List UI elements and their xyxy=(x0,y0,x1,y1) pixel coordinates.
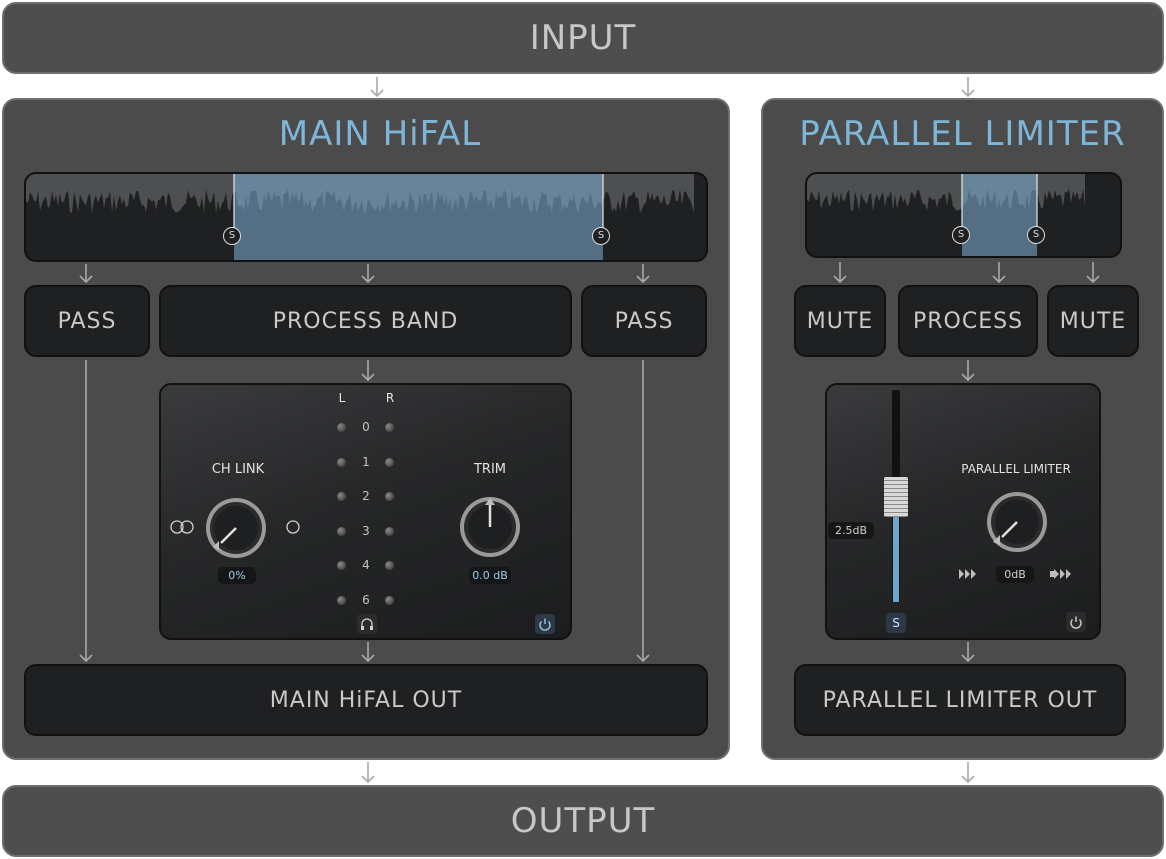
main-pass-left-label: PASS xyxy=(57,308,117,334)
parallel-power-icon[interactable] xyxy=(1066,612,1086,632)
meter-led-left xyxy=(337,526,346,536)
meter-led-right xyxy=(385,492,394,501)
parallel-mute-right[interactable]: MUTE xyxy=(1047,285,1139,357)
ch-link-readout[interactable]: 0% xyxy=(218,567,256,584)
meter-led-right xyxy=(385,561,394,570)
meter-scale-label: 0 xyxy=(362,420,370,434)
output-bar: OUTPUT xyxy=(2,785,1164,857)
solo-button[interactable]: S xyxy=(886,613,906,633)
parallel-limiter-readout[interactable]: 0dB xyxy=(996,566,1034,583)
main-power-icon[interactable] xyxy=(535,614,555,634)
fader-cap[interactable] xyxy=(884,477,908,517)
ch-link-label: CH LINK xyxy=(211,462,265,477)
link-mono-icon[interactable] xyxy=(286,520,300,534)
main-pass-right[interactable]: PASS xyxy=(581,285,707,357)
meter-left-label: L xyxy=(338,391,346,405)
main-process-band[interactable]: PROCESS BAND xyxy=(159,285,572,357)
parallel-limiter-label: PARALLEL LIMITER xyxy=(961,462,1071,476)
output-label: OUTPUT xyxy=(510,801,656,841)
flow-arrow-head xyxy=(961,89,975,98)
parallel-limiter-device xyxy=(825,383,1101,640)
headphones-icon[interactable] xyxy=(357,614,377,634)
meter-led-right xyxy=(385,595,394,605)
fast-arrows-icon[interactable] xyxy=(1049,567,1075,581)
parallel-process-label: PROCESS xyxy=(912,308,1024,334)
meter-scale-label: 4 xyxy=(362,558,370,572)
parallel-limiter-out[interactable]: PARALLEL LIMITER OUT xyxy=(794,664,1126,736)
flow-arrow-head xyxy=(361,775,375,784)
meter-scale-label: 3 xyxy=(362,523,370,538)
trim-readout[interactable]: 0.0 dB xyxy=(469,567,511,584)
parallel-split-marker-right[interactable]: S xyxy=(1027,226,1045,244)
main-pass-left[interactable]: PASS xyxy=(24,285,150,357)
meter-led-left xyxy=(337,423,346,432)
parallel-process[interactable]: PROCESS xyxy=(898,285,1038,357)
ch-link-knob[interactable] xyxy=(205,497,267,559)
meter-scale-label: 2 xyxy=(362,489,370,503)
fader-readout[interactable]: 2.5dB xyxy=(828,522,874,539)
solo-label: S xyxy=(892,616,900,630)
main-split-marker-left[interactable]: S xyxy=(223,227,241,245)
link-stereo-icon[interactable] xyxy=(170,520,196,534)
meter-led-left xyxy=(337,457,346,467)
main-hifal-out[interactable]: MAIN HiFAL OUT xyxy=(24,664,708,736)
meter-scale-label: 6 xyxy=(362,592,370,607)
slow-arrows-icon[interactable] xyxy=(958,567,982,581)
meter-right-label: R xyxy=(385,391,395,405)
parallel-mute-right-label: MUTE xyxy=(1059,308,1127,334)
meter-led-left xyxy=(337,561,346,570)
trim-knob[interactable] xyxy=(458,495,522,559)
waveform-selection xyxy=(234,174,603,260)
parallel-limiter-title: PARALLEL LIMITER xyxy=(799,114,1126,154)
main-hifal-title: MAIN HiFAL xyxy=(278,114,482,154)
parallel-limiter-out-label: PARALLEL LIMITER OUT xyxy=(822,687,1098,713)
input-label: INPUT xyxy=(529,18,637,58)
parallel-mute-left[interactable]: MUTE xyxy=(794,285,886,357)
input-bar: INPUT xyxy=(2,2,1164,74)
meter-led-right xyxy=(385,423,394,432)
fader-fill xyxy=(893,507,899,602)
main-hifal-out-label: MAIN HiFAL OUT xyxy=(269,687,463,713)
meter-led-right xyxy=(385,526,394,536)
main-waveform[interactable] xyxy=(24,172,708,262)
parallel-mute-left-label: MUTE xyxy=(806,308,874,334)
main-process-band-label: PROCESS BAND xyxy=(272,308,459,334)
meter-led-right xyxy=(385,457,394,467)
meter-scale-label: 1 xyxy=(362,454,370,469)
parallel-limiter-knob[interactable] xyxy=(985,490,1049,554)
main-split-marker-right[interactable]: S xyxy=(592,227,610,245)
trim-label: TRIM xyxy=(473,462,507,477)
main-pass-right-label: PASS xyxy=(614,308,674,334)
waveform-selection xyxy=(962,174,1037,256)
flow-arrow-head xyxy=(961,775,975,784)
waveform-shape xyxy=(807,174,1085,212)
flow-arrow-head xyxy=(370,89,384,98)
parallel-split-marker-left[interactable]: S xyxy=(952,226,970,244)
meter-led-left xyxy=(337,595,346,605)
parallel-waveform[interactable] xyxy=(805,172,1122,258)
meter-led-left xyxy=(337,492,346,501)
